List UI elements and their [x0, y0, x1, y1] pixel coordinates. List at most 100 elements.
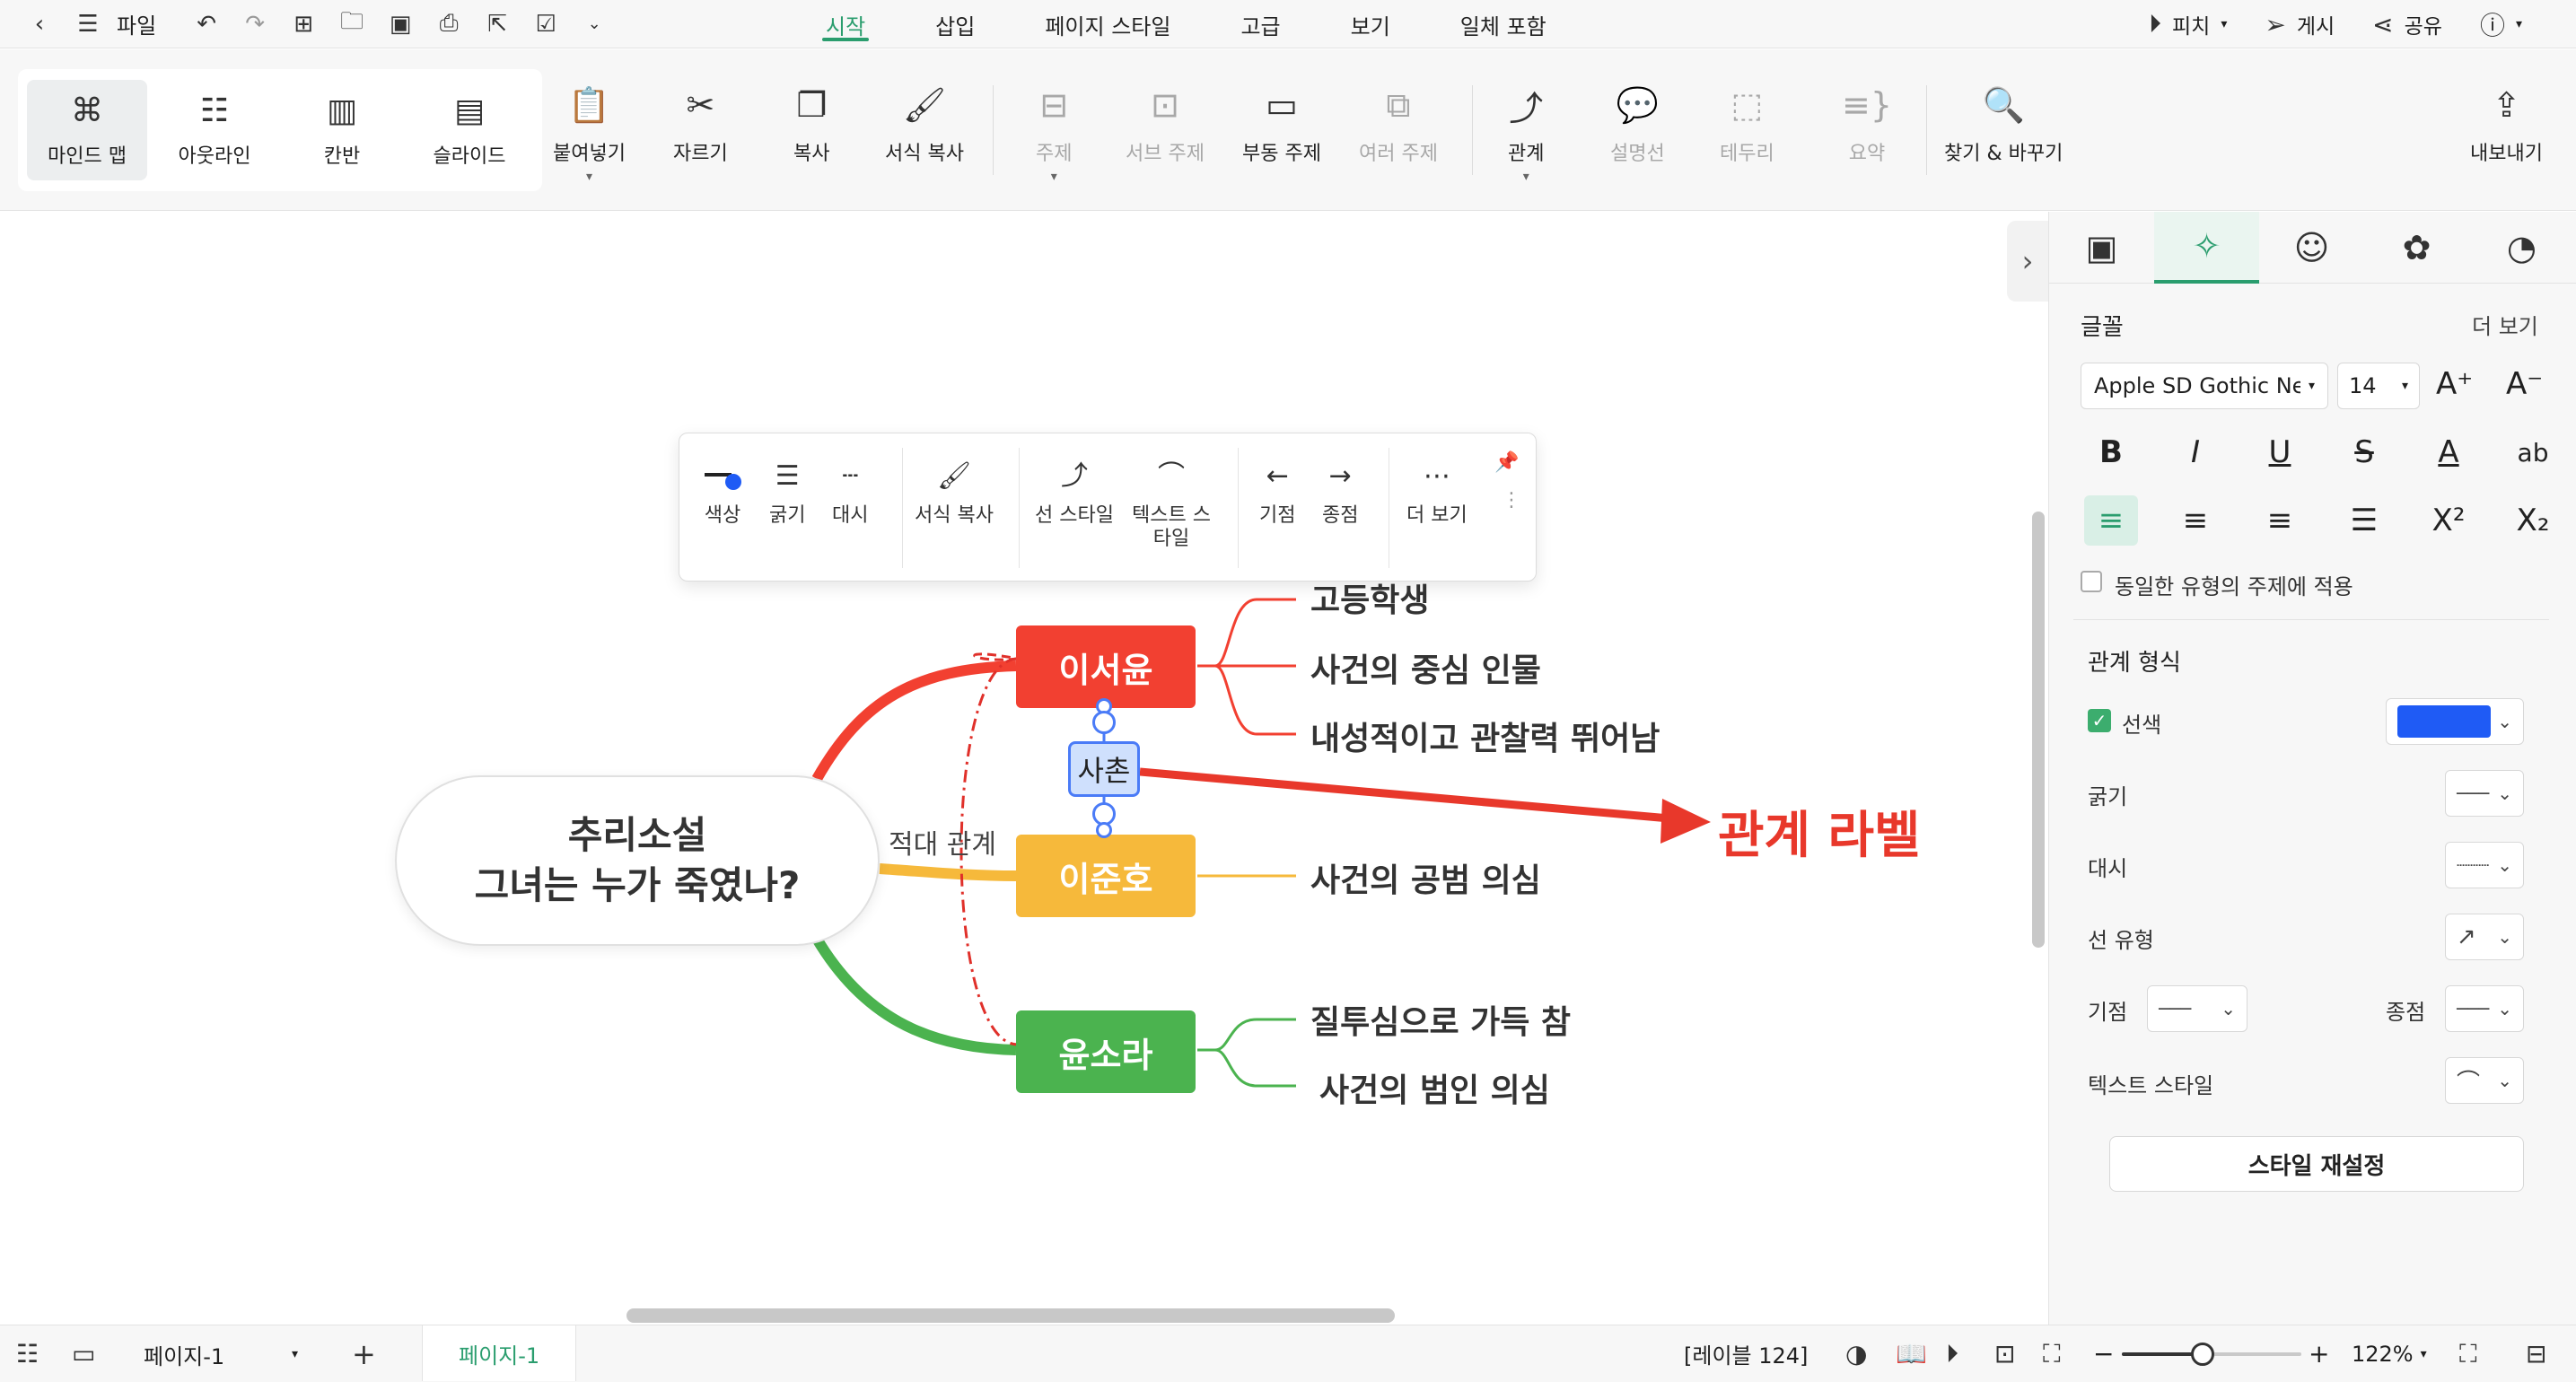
map-list-icon[interactable]: ☷ — [16, 1339, 39, 1369]
export-small-icon[interactable]: ⇱ — [478, 4, 517, 44]
file-menu[interactable]: 파일 — [117, 8, 156, 39]
tab-icons[interactable]: ☺ — [2259, 212, 2364, 284]
new-file-icon[interactable]: ⊞ — [284, 4, 323, 44]
copy-button[interactable]: ❐ 복사 — [793, 85, 829, 166]
view-slide-button[interactable]: ▤ 슬라이드 — [409, 80, 530, 180]
bold-icon[interactable]: B — [2084, 427, 2138, 477]
cut-button[interactable]: ✂ 자르기 — [673, 85, 728, 166]
topic-lee-junho[interactable]: 이준호 — [1016, 835, 1196, 917]
line-color-button[interactable]: 색상 — [701, 460, 744, 529]
vertical-scrollbar[interactable] — [2032, 512, 2045, 948]
subtopic[interactable]: 질투심으로 가득 참 — [1310, 996, 1571, 1043]
adversarial-relation-label[interactable]: 적대 관계 — [889, 822, 996, 862]
theme-toggle-icon[interactable]: ◑ — [1845, 1339, 1867, 1369]
line-color-checkbox[interactable]: ✓ — [2088, 709, 2111, 732]
summary-button[interactable]: ≡} 요약 — [1842, 85, 1892, 166]
reset-style-button[interactable]: 스타일 재설정 — [2109, 1136, 2524, 1192]
zoom-select[interactable]: 122% ▾ — [2352, 1342, 2427, 1367]
drag-handle-icon[interactable]: ⋮ — [1502, 489, 1521, 512]
more-button[interactable]: ⋯ 더 보기 — [1406, 460, 1468, 529]
callout-button[interactable]: 💬 설명선 — [1610, 85, 1665, 166]
align-center-icon[interactable]: ≡ — [2169, 495, 2222, 546]
increase-font-icon[interactable]: A⁺ — [2436, 366, 2473, 402]
relation-endpoint-handle[interactable] — [1092, 711, 1116, 734]
align-left-icon[interactable]: ≡ — [2084, 495, 2138, 546]
share-button[interactable]: ⋖ 공유 — [2372, 9, 2442, 39]
dash-select[interactable]: ┈┈┈ ⌄ — [2445, 842, 2524, 888]
fullscreen-icon[interactable]: ⛶ — [2459, 1339, 2477, 1369]
view-outline-button[interactable]: ☷ 아웃라인 — [154, 80, 275, 180]
relationship-button[interactable]: ⤴ 관계 ▾ — [1508, 85, 1544, 185]
subtopic[interactable]: 내성적이고 관찰력 뛰어남 — [1310, 713, 1660, 759]
subtopic[interactable]: 사건의 중심 인물 — [1310, 644, 1541, 691]
line-style-button[interactable]: ⤴ 선 스타일 — [1035, 460, 1114, 529]
central-topic[interactable]: 추리소설 그녀는 누가 죽였나? — [395, 775, 880, 946]
redo-icon[interactable]: ↷ — [235, 4, 275, 44]
fit-page-icon[interactable]: ⊡ — [1994, 1339, 2015, 1369]
subscript-icon[interactable]: X₂ — [2506, 495, 2560, 546]
italic-icon[interactable]: I — [2169, 427, 2222, 477]
line-type-select[interactable]: ↗ ⌄ — [2445, 914, 2524, 960]
play-icon[interactable]: ⏵ — [1946, 1339, 1958, 1369]
tab-theme[interactable]: ✿ — [2364, 212, 2469, 284]
decrease-font-icon[interactable]: A⁻ — [2506, 366, 2543, 402]
tab-page-style[interactable]: 페이지 스타일 — [1045, 0, 1170, 48]
tab-ai-style[interactable]: ✧ — [2154, 212, 2259, 284]
panel-collapse-button[interactable]: › — [2007, 221, 2048, 302]
font-family-select[interactable]: Apple SD Gothic Neo ▾ — [2081, 363, 2328, 409]
floating-topic-button[interactable]: ▭ 부동 주제 — [1242, 85, 1321, 166]
tab-advanced[interactable]: 고급 — [1240, 0, 1280, 48]
text-color-icon[interactable]: A — [2422, 427, 2475, 477]
apply-same-type-checkbox[interactable] — [2081, 571, 2102, 592]
subtopic[interactable]: 사건의 범인 의심 — [1319, 1064, 1550, 1111]
zoom-out-icon[interactable]: − — [2093, 1339, 2114, 1369]
format-painter-button[interactable]: 🖌 서식 복사 — [915, 460, 994, 529]
subtopic[interactable]: 사건의 공범 의심 — [1310, 854, 1541, 901]
topic-button[interactable]: ⊟ 주제 ▾ — [1036, 85, 1072, 184]
dash-button[interactable]: ┄ 대시 — [832, 460, 868, 529]
fit-screen-icon[interactable]: ⛶ — [2043, 1339, 2061, 1369]
help-button[interactable]: ⓘ ▾ — [2480, 6, 2522, 42]
superscript-icon[interactable]: X² — [2422, 495, 2475, 546]
thickness-select[interactable]: ─── ⌄ — [2445, 770, 2524, 817]
view-mindmap-button[interactable]: ⌘ 마인드 맵 — [27, 80, 147, 180]
book-icon[interactable]: 📖 — [1896, 1339, 1927, 1369]
strikethrough-icon[interactable]: S — [2337, 427, 2391, 477]
print-icon[interactable]: ⎙ — [429, 4, 469, 44]
text-highlight-icon[interactable]: ab — [2506, 427, 2560, 477]
add-page-icon[interactable]: + — [352, 1337, 376, 1371]
save-icon[interactable]: ▣ — [381, 4, 420, 44]
check-icon[interactable]: ☑ — [526, 4, 565, 44]
zoom-slider-knob[interactable] — [2191, 1343, 2214, 1366]
tab-insert[interactable]: 삽입 — [935, 0, 975, 48]
view-kanban-button[interactable]: ▥ 칸반 — [282, 80, 402, 180]
menu-icon[interactable]: ☰ — [68, 4, 108, 44]
subtopic-button[interactable]: ⊡ 서브 주제 — [1126, 85, 1205, 166]
open-folder-icon[interactable]: 🗀 — [332, 4, 372, 44]
format-painter-button[interactable]: 🖌 서식 복사 — [885, 85, 964, 166]
zoom-slider[interactable] — [2122, 1343, 2301, 1366]
align-right-icon[interactable]: ≡ — [2253, 495, 2307, 546]
font-size-select[interactable]: 14 ▾ — [2337, 363, 2420, 409]
boundary-button[interactable]: ⬚ 테두리 — [1720, 85, 1774, 166]
thickness-button[interactable]: ☰ 굵기 — [769, 460, 805, 529]
start-arrow-button[interactable]: ← 기점 — [1259, 460, 1295, 529]
slide-panel-icon[interactable]: ▭ — [72, 1339, 95, 1369]
publish-button[interactable]: ➢ 게시 — [2265, 9, 2335, 39]
tab-ai[interactable]: 일체 포함 — [1460, 0, 1546, 48]
end-arrow-select[interactable]: ─── ⌄ — [2445, 985, 2524, 1032]
find-replace-button[interactable]: 🔍 찾기 & 바꾸기 — [1944, 85, 2063, 166]
font-more-link[interactable]: 더 보기 — [2472, 309, 2538, 340]
line-color-picker[interactable]: ⌄ — [2386, 698, 2524, 745]
text-style-select[interactable]: ⌒ ⌄ — [2445, 1057, 2524, 1104]
more-chevron-icon[interactable]: ⌄ — [574, 4, 614, 44]
justify-icon[interactable]: ☰ — [2337, 495, 2391, 546]
back-icon[interactable]: ‹ — [20, 4, 59, 44]
paste-button[interactable]: 📋 붙여넣기 ▾ — [553, 85, 626, 185]
undo-icon[interactable]: ↶ — [187, 4, 226, 44]
multiple-topics-button[interactable]: ⧉ 여러 주제 — [1359, 85, 1438, 166]
tab-view[interactable]: 보기 — [1351, 0, 1390, 48]
canvas[interactable] — [0, 212, 2048, 1325]
pin-icon[interactable]: 📌 — [1494, 451, 1519, 474]
text-style-button[interactable]: ⌒ 텍스트 스 타일 — [1132, 460, 1211, 552]
